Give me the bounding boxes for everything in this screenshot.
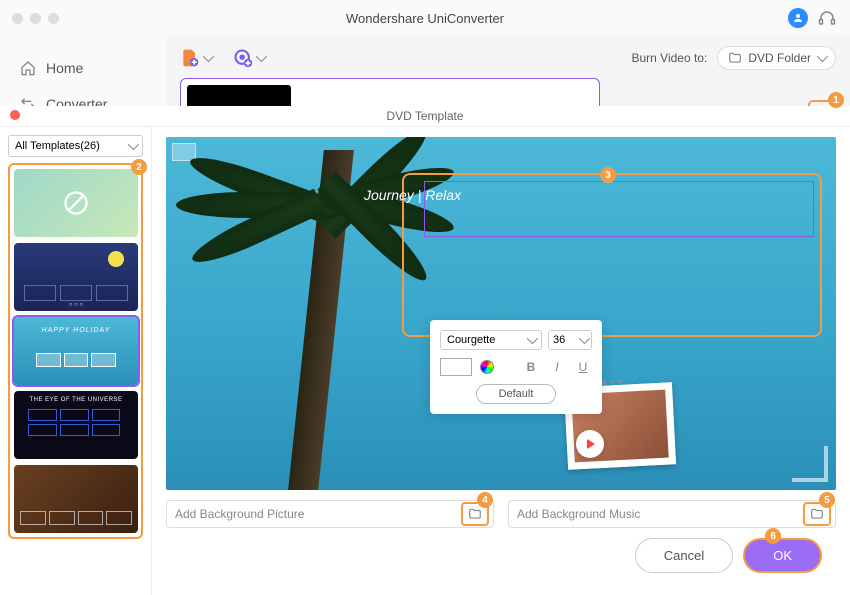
preview-area: 3 Journey | Relax ♥♥♥♥♥♥♥ Courgette <box>152 127 850 595</box>
callout-6: 6 <box>765 528 781 544</box>
color-picker-icon[interactable] <box>480 360 494 374</box>
chevron-down-icon <box>203 51 214 62</box>
app-title: Wondershare UniConverter <box>346 11 504 26</box>
titlebar: Wondershare UniConverter <box>0 0 850 36</box>
nav-home-label: Home <box>46 60 83 76</box>
font-color-swatch[interactable] <box>440 358 472 376</box>
text-edit-zone[interactable]: 3 <box>402 173 822 337</box>
disc-icon <box>233 48 253 68</box>
template-list: 2 ○ ○ ○ HAPPY HOLIDAY THE EYE OF THE UNI… <box>8 163 143 539</box>
user-icon <box>792 12 804 24</box>
font-family-select[interactable]: Courgette <box>440 330 542 350</box>
template-eye-universe[interactable]: THE EYE OF THE UNIVERSE <box>14 391 138 459</box>
corner-mark-icon <box>792 446 828 482</box>
template-happy-holiday[interactable]: HAPPY HOLIDAY <box>14 317 138 385</box>
ok-label: OK <box>773 548 792 563</box>
bg-picture-placeholder: Add Background Picture <box>175 507 304 521</box>
chevron-down-icon <box>256 51 267 62</box>
preview-canvas: 3 Journey | Relax ♥♥♥♥♥♥♥ <box>166 137 836 490</box>
burn-target-select[interactable]: DVD Folder <box>717 46 836 70</box>
no-icon <box>62 189 90 217</box>
chevron-down-icon <box>128 139 139 150</box>
window-controls[interactable] <box>12 13 59 24</box>
modal-title-text: DVD Template <box>386 109 463 123</box>
chevron-down-icon <box>527 333 538 344</box>
italic-button[interactable]: I <box>548 358 566 376</box>
bg-music-input[interactable]: Add Background Music 5 <box>508 500 836 528</box>
template-filter-value: All Templates(26) <box>15 140 100 152</box>
dvd-template-modal: DVD Template All Templates(26) 2 ○ ○ ○ H… <box>0 106 850 595</box>
add-file-button[interactable] <box>180 48 211 68</box>
template-sidebar: All Templates(26) 2 ○ ○ ○ HAPPY HOLIDAY <box>0 127 152 595</box>
text-bounds[interactable] <box>424 181 814 237</box>
home-icon <box>20 60 36 76</box>
user-avatar[interactable] <box>788 8 808 28</box>
add-file-icon <box>180 48 200 68</box>
callout-4: 4 <box>477 492 493 508</box>
folder-icon <box>728 51 742 65</box>
callout-5: 5 <box>819 492 835 508</box>
burn-to-label: Burn Video to: <box>631 51 707 65</box>
callout-2: 2 <box>131 159 147 175</box>
support-icon[interactable] <box>818 9 836 27</box>
folder-icon <box>810 507 824 521</box>
template-night-sky[interactable]: ○ ○ ○ <box>14 243 138 311</box>
template-blank[interactable] <box>14 169 138 237</box>
cancel-button[interactable]: Cancel <box>635 538 733 573</box>
burn-target-value: DVD Folder <box>748 51 811 65</box>
modal-close-button[interactable] <box>10 110 20 120</box>
font-size-select[interactable]: 36 <box>548 330 592 350</box>
default-button[interactable]: Default <box>476 384 556 404</box>
ok-button[interactable]: 6 OK <box>743 538 822 573</box>
play-button[interactable] <box>576 430 604 458</box>
overlay-text[interactable]: Journey | Relax <box>364 187 461 203</box>
font-panel: Courgette 36 B I U Default <box>430 320 602 414</box>
add-disc-button[interactable] <box>233 48 264 68</box>
font-family-value: Courgette <box>447 334 495 346</box>
callout-1: 1 <box>828 92 844 108</box>
bold-button[interactable]: B <box>522 358 540 376</box>
callout-3: 3 <box>600 167 616 183</box>
template-filter-select[interactable]: All Templates(26) <box>8 135 143 157</box>
chevron-down-icon <box>817 51 828 62</box>
bg-music-browse-button[interactable]: 5 <box>803 502 831 526</box>
underline-button[interactable]: U <box>574 358 592 376</box>
modal-titlebar: DVD Template <box>0 106 850 127</box>
chevron-down-icon <box>579 333 590 344</box>
bg-picture-browse-button[interactable]: 4 <box>461 502 489 526</box>
nav-home[interactable]: Home <box>0 50 166 86</box>
template-wedding[interactable] <box>14 465 138 533</box>
play-icon <box>587 439 595 449</box>
folder-icon <box>468 507 482 521</box>
bg-music-placeholder: Add Background Music <box>517 507 640 521</box>
bg-picture-input[interactable]: Add Background Picture 4 <box>166 500 494 528</box>
font-size-value: 36 <box>553 334 565 346</box>
